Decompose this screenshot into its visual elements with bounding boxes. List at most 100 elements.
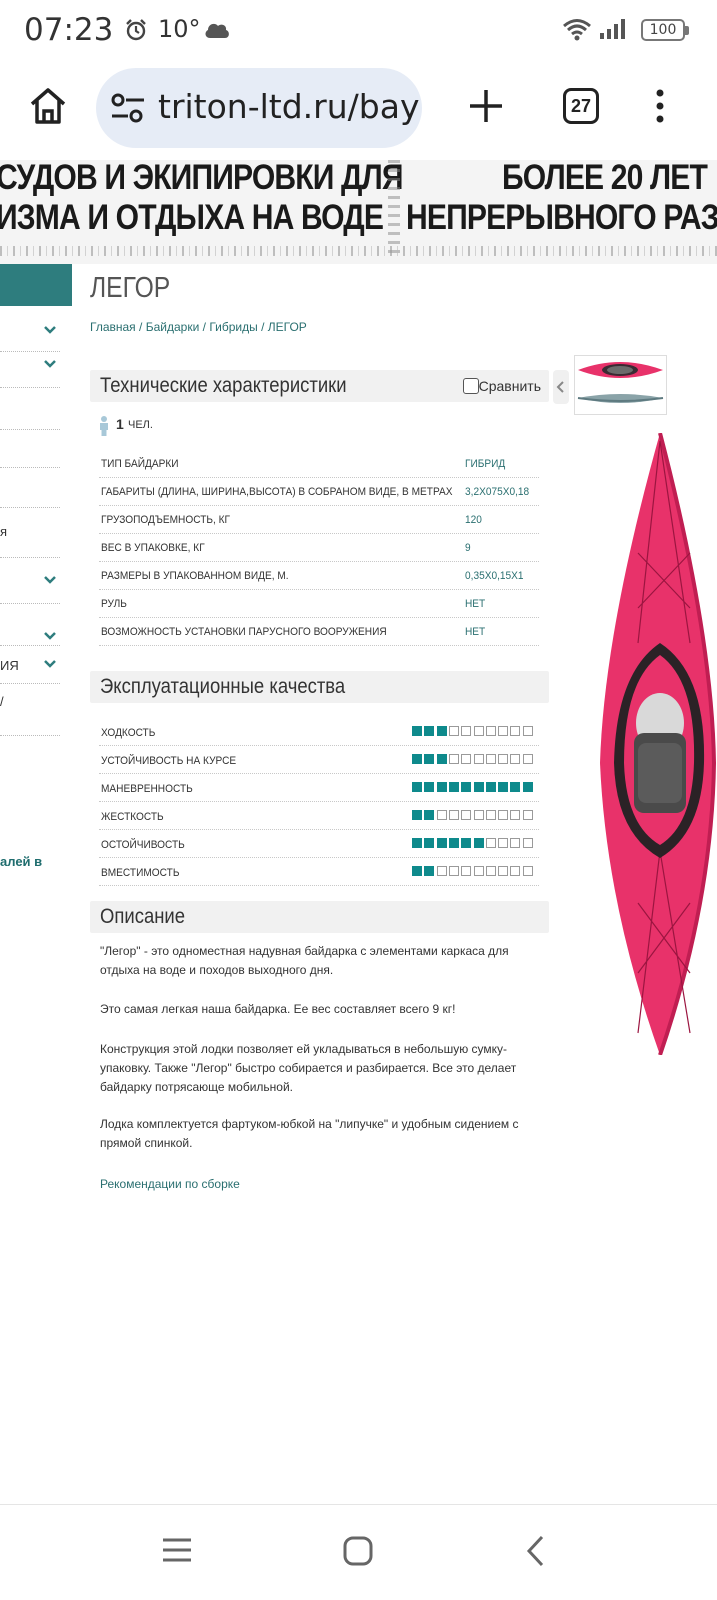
- rating-square-empty: [461, 754, 472, 764]
- rating-square-empty: [522, 866, 533, 876]
- quality-label: ХОДКОСТЬ: [101, 727, 156, 739]
- breadcrumb-separator: /: [261, 320, 265, 334]
- quality-rating-bar: [412, 754, 537, 766]
- tab-switcher-button[interactable]: 27: [563, 88, 599, 124]
- spec-row: РУЛЬ НЕТ: [99, 590, 539, 618]
- persons-unit: ЧЕЛ.: [128, 419, 153, 431]
- sidebar-item[interactable]: [0, 388, 60, 430]
- rating-square-empty: [522, 838, 533, 848]
- chevron-down-icon[interactable]: [44, 574, 56, 586]
- sidebar-link[interactable]: алей в: [0, 854, 42, 869]
- rating-square-empty: [473, 754, 484, 764]
- alarm-icon: [126, 19, 146, 41]
- status-bar: 07:23 10° 100: [0, 0, 717, 62]
- rating-square-empty: [510, 810, 521, 820]
- quality-row: ОСТОЙЧИВОСТЬ: [99, 830, 539, 858]
- rating-square-empty: [485, 810, 496, 820]
- specs-header: Технические характеристики Сравнить: [90, 370, 549, 402]
- quality-label: УСТОЙЧИВОСТЬ НА КУРСЕ: [101, 755, 237, 767]
- rating-square-empty: [473, 866, 484, 876]
- site-settings-icon[interactable]: [110, 92, 146, 124]
- header-banner: СУДОВ И ЭКИПИРОВКИ ДЛЯ ИЗМА И ОТДЫХА НА …: [0, 160, 717, 264]
- recent-apps-icon[interactable]: [162, 1537, 192, 1563]
- rating-square-empty: [473, 726, 484, 736]
- spec-label: ГАБАРИТЫ (ДЛИНА, ШИРИНА,ВЫСОТА) В СОБРАН…: [101, 486, 453, 498]
- chevron-down-icon[interactable]: [44, 358, 56, 370]
- sidebar-item-label: ИЯ: [0, 658, 19, 673]
- chevron-down-icon[interactable]: [44, 324, 56, 336]
- breadcrumb-home[interactable]: Главная: [90, 320, 136, 334]
- spec-value: 0,35Х0,15Х1: [465, 570, 524, 582]
- rating-square-filled: [448, 782, 459, 792]
- spec-row: ТИП БАЙДАРКИ ГИБРИД: [99, 450, 539, 478]
- checkbox-icon[interactable]: [462, 378, 479, 394]
- wifi-icon: [563, 19, 591, 41]
- rating-square-filled: [485, 782, 496, 792]
- sidebar-item[interactable]: [0, 430, 60, 468]
- sidebar-item[interactable]: [0, 352, 60, 388]
- home-button-icon[interactable]: [343, 1536, 373, 1566]
- compare-checkbox[interactable]: Сравнить: [462, 378, 541, 394]
- chevron-left-icon[interactable]: [553, 370, 569, 404]
- breadcrumb-hybrids[interactable]: Гибриды: [209, 320, 257, 334]
- assembly-recommendations-link[interactable]: Рекомендации по сборке: [100, 1177, 240, 1191]
- url-text[interactable]: triton-ltd.ru/bay: [158, 87, 419, 126]
- spec-value: ГИБРИД: [465, 458, 506, 470]
- sidebar-item[interactable]: [0, 468, 60, 508]
- gallery-thumbnail[interactable]: [574, 355, 667, 415]
- rating-square-filled: [424, 810, 435, 820]
- home-icon[interactable]: [26, 84, 70, 128]
- rating-square-empty: [522, 726, 533, 736]
- browser-toolbar: triton-ltd.ru/bay 27: [0, 62, 717, 160]
- breadcrumb-kayaks[interactable]: Байдарки: [146, 320, 200, 334]
- sidebar-item[interactable]: [0, 558, 60, 604]
- sidebar-item[interactable]: /: [0, 684, 60, 736]
- rating-square-filled: [473, 782, 484, 792]
- qualities-title: Эксплуатационные качества: [100, 675, 346, 698]
- rating-square-empty: [485, 838, 496, 848]
- rating-square-empty: [510, 754, 521, 764]
- rating-square-filled: [412, 782, 422, 792]
- sidebar-item[interactable]: [0, 306, 60, 352]
- sidebar-item[interactable]: [0, 604, 60, 646]
- quality-rating-bar: [412, 838, 537, 850]
- spec-label: ТИП БАЙДАРКИ: [101, 458, 179, 470]
- sidebar-item[interactable]: ИЯ: [0, 646, 60, 684]
- rating-square-filled: [436, 726, 447, 736]
- rating-square-filled: [412, 838, 422, 848]
- kayak-thumbnail-image: [577, 362, 664, 403]
- description-paragraph: "Легор" - это одноместная надувная байда…: [100, 944, 509, 977]
- person-icon: [100, 416, 108, 436]
- chevron-down-icon[interactable]: [44, 630, 56, 642]
- description-header: Описание: [90, 901, 549, 933]
- address-bar[interactable]: triton-ltd.ru/bay: [96, 68, 422, 148]
- spec-value: 3,2Х075Х0,18: [465, 486, 530, 498]
- breadcrumb-current[interactable]: ЛЕГОР: [268, 320, 307, 334]
- rating-square-empty: [473, 810, 484, 820]
- rating-square-empty: [485, 726, 496, 736]
- system-navigation-bar: [0, 1504, 717, 1600]
- back-icon[interactable]: [526, 1535, 546, 1567]
- spec-row: ВОЗМОЖНОСТЬ УСТАНОВКИ ПАРУСНОГО ВООРУЖЕН…: [99, 618, 539, 646]
- rating-square-empty: [510, 726, 521, 736]
- rating-square-filled: [412, 866, 422, 876]
- gallery-prev-button[interactable]: [553, 370, 569, 404]
- rating-square-filled: [498, 782, 509, 792]
- rating-square-filled: [448, 838, 459, 848]
- spec-row: ГРУЗОПОДЪЕМНОСТЬ, КГ 120: [99, 506, 539, 534]
- rating-square-empty: [448, 866, 459, 876]
- quality-rating-bar: [412, 866, 537, 878]
- rating-square-filled: [424, 726, 435, 736]
- new-tab-icon[interactable]: [466, 86, 506, 126]
- rating-square-empty: [461, 866, 472, 876]
- rating-square-filled: [461, 838, 472, 848]
- sidebar-header[interactable]: [0, 264, 72, 306]
- rating-square-filled: [436, 782, 447, 792]
- more-menu-icon[interactable]: [654, 88, 666, 124]
- sidebar-item[interactable]: я: [0, 508, 60, 558]
- rating-square-empty: [448, 810, 459, 820]
- quality-row: УСТОЙЧИВОСТЬ НА КУРСЕ: [99, 746, 539, 774]
- rating-square-filled: [412, 726, 422, 736]
- chevron-down-icon[interactable]: [44, 658, 56, 670]
- rating-square-empty: [485, 866, 496, 876]
